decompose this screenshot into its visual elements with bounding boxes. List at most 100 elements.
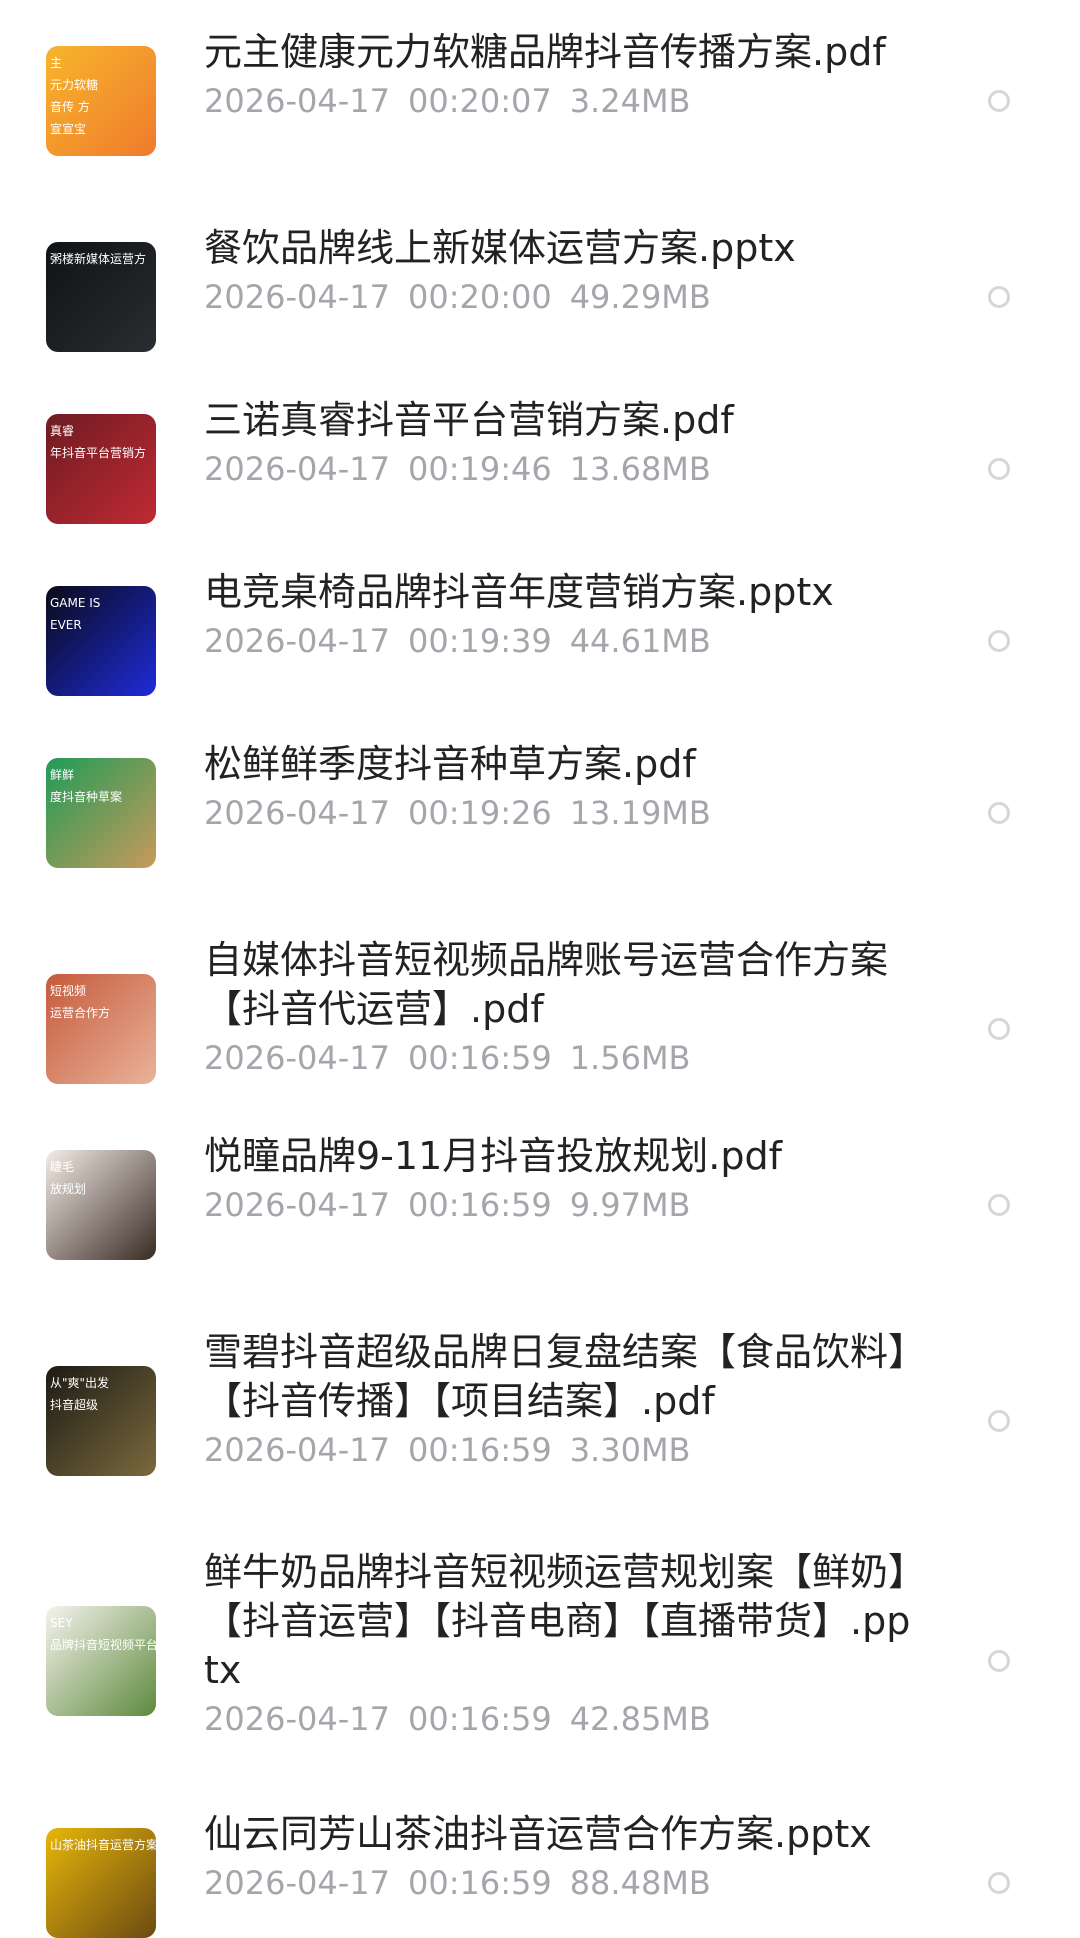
file-size: 42.85MB [569, 1700, 711, 1738]
file-size: 9.97MB [569, 1186, 691, 1224]
file-name: 雪碧抖音超级品牌日复盘结案【食品饮料】【抖音传播】【项目结案】.pdf [204, 1330, 908, 1423]
thumbnail-caption: 真睿 [50, 424, 75, 438]
select-radio[interactable] [988, 458, 1010, 480]
select-radio[interactable] [988, 1872, 1010, 1894]
file-time: 00:16:59 [407, 1864, 552, 1902]
file-name: 松鲜鲜季度抖音种草方案.pdf [204, 742, 696, 786]
file-time: 00:16:59 [407, 1431, 552, 1469]
file-name: 元主健康元力软糖品牌抖音传播方案.pdf [204, 30, 886, 74]
file-size: 13.19MB [569, 794, 711, 832]
select-radio[interactable] [988, 1194, 1010, 1216]
file-time: 00:20:07 [407, 82, 552, 120]
file-info: 鲜牛奶品牌抖音短视频运营规划案【鲜奶】【抖音运营】【抖音电商】【直播带货】.pp… [204, 1548, 924, 1739]
file-date: 2026-04-17 [204, 1700, 390, 1738]
thumbnail-caption: 山茶油抖音运营方案 [50, 1838, 156, 1852]
file-meta: 2026-04-17 00:20:00 49.29MB [204, 277, 924, 317]
thumbnail-caption: 抖音超级 [50, 1398, 99, 1412]
file-meta: 2026-04-17 00:19:26 13.19MB [204, 793, 924, 833]
thumbnail-caption: 鲜鲜 [50, 768, 75, 782]
file-date: 2026-04-17 [204, 1431, 390, 1469]
file-time: 00:16:59 [407, 1039, 552, 1077]
thumbnail-caption: SEY [50, 1616, 73, 1630]
thumbnail-caption: GAME IS [50, 596, 101, 610]
file-info: 仙云同芳山茶油抖音运营合作方案.pptx 2026-04-17 00:16:59 88… [204, 1810, 924, 1903]
file-time: 00:19:39 [407, 622, 552, 660]
file-date: 2026-04-17 [204, 1864, 390, 1902]
thumbnail-caption: 音传 方 [50, 100, 90, 114]
thumbnail-caption: 品牌抖音短视频平台运 [50, 1638, 156, 1652]
file-thumbnail: 短视频 运营合作方 [46, 974, 156, 1084]
file-size: 44.61MB [569, 622, 711, 660]
file-size: 3.30MB [569, 1431, 691, 1469]
file-meta: 2026-04-17 00:16:59 88.48MB [204, 1863, 924, 1903]
file-time: 00:16:59 [407, 1186, 552, 1224]
file-info: 悦瞳品牌9-11月抖音投放规划.pdf 2026-04-17 00:16:59 9.9… [204, 1132, 924, 1225]
file-meta: 2026-04-17 00:16:59 3.30MB [204, 1430, 924, 1470]
file-date: 2026-04-17 [204, 82, 390, 120]
file-date: 2026-04-17 [204, 1186, 390, 1224]
file-time: 00:16:59 [407, 1700, 552, 1738]
file-time: 00:19:46 [407, 450, 552, 488]
select-radio[interactable] [988, 1018, 1010, 1040]
thumbnail-caption: 放规划 [50, 1182, 87, 1196]
file-thumbnail: 睫毛 放规划 [46, 1150, 156, 1260]
file-list: 主元力软糖音传 方宣宣宝 元主健康元力软糖品牌抖音传播方案.pdf 2026-04-… [0, 0, 1080, 1938]
thumbnail-caption: 睫毛 [50, 1160, 75, 1174]
file-info: 自媒体抖音短视频品牌账号运营合作方案【抖音代运营】.pdf 2026-04-17 0… [204, 936, 924, 1078]
select-radio[interactable] [988, 1410, 1010, 1432]
file-thumbnail: GAME IS EVER [46, 586, 156, 696]
file-info: 雪碧抖音超级品牌日复盘结案【食品饮料】【抖音传播】【项目结案】.pdf 2026-… [204, 1328, 924, 1470]
file-thumbnail: 主元力软糖音传 方宣宣宝 [46, 46, 156, 156]
thumbnail-caption: 宣宣宝 [50, 122, 87, 136]
select-radio[interactable] [988, 802, 1010, 824]
file-meta: 2026-04-17 00:16:59 1.56MB [204, 1038, 924, 1078]
file-thumbnail: 山茶油抖音运营方案 [46, 1828, 156, 1938]
select-radio[interactable] [988, 286, 1010, 308]
thumbnail-caption: 年抖音平台营销方 [50, 446, 147, 460]
thumbnail-caption: 主 [50, 56, 63, 70]
thumbnail-caption: 从"爽"出发 [50, 1376, 110, 1390]
thumbnail-caption: EVER [50, 618, 82, 632]
file-time: 00:19:26 [407, 794, 552, 832]
file-thumbnail: SEY 品牌抖音短视频平台运 [46, 1606, 156, 1716]
file-date: 2026-04-17 [204, 278, 390, 316]
file-name: 自媒体抖音短视频品牌账号运营合作方案【抖音代运营】.pdf [204, 938, 889, 1031]
file-size: 88.48MB [569, 1864, 711, 1902]
thumbnail-caption: 度抖音种草案 [50, 790, 123, 804]
file-info: 餐饮品牌线上新媒体运营方案.pptx 2026-04-17 00:20:00 49.2… [204, 224, 924, 317]
file-date: 2026-04-17 [204, 450, 390, 488]
file-date: 2026-04-17 [204, 622, 390, 660]
file-thumbnail: 粥楼新媒体运营方 [46, 242, 156, 352]
file-info: 三诺真睿抖音平台营销方案.pdf 2026-04-17 00:19:46 13.68M… [204, 396, 924, 489]
file-date: 2026-04-17 [204, 1039, 390, 1077]
file-name: 鲜牛奶品牌抖音短视频运营规划案【鲜奶】【抖音运营】【抖音电商】【直播带货】.pp… [204, 1550, 911, 1692]
file-name: 三诺真睿抖音平台营销方案.pdf [204, 398, 734, 442]
file-time: 00:20:00 [407, 278, 552, 316]
file-meta: 2026-04-17 00:19:39 44.61MB [204, 621, 924, 661]
select-radio[interactable] [988, 630, 1010, 652]
file-name: 仙云同芳山茶油抖音运营合作方案.pptx [204, 1812, 872, 1856]
file-info: 元主健康元力软糖品牌抖音传播方案.pdf 2026-04-17 00:20:07 3.… [204, 28, 924, 121]
select-radio[interactable] [988, 1650, 1010, 1672]
file-size: 49.29MB [569, 278, 711, 316]
thumbnail-caption: 短视频 [50, 984, 87, 998]
file-meta: 2026-04-17 00:19:46 13.68MB [204, 449, 924, 489]
thumbnail-caption: 运营合作方 [50, 1006, 111, 1020]
file-info: 松鲜鲜季度抖音种草方案.pdf 2026-04-17 00:19:26 13.19MB [204, 740, 924, 833]
file-name: 悦瞳品牌9-11月抖音投放规划.pdf [204, 1134, 782, 1178]
file-date: 2026-04-17 [204, 794, 390, 832]
file-size: 13.68MB [569, 450, 711, 488]
thumbnail-caption: 粥楼新媒体运营方 [50, 252, 147, 266]
select-radio[interactable] [988, 90, 1010, 112]
file-meta: 2026-04-17 00:16:59 9.97MB [204, 1185, 924, 1225]
file-thumbnail: 真睿年抖音平台营销方 [46, 414, 156, 524]
file-name: 电竞桌椅品牌抖音年度营销方案.pptx [204, 570, 834, 614]
file-meta: 2026-04-17 00:16:59 42.85MB [204, 1699, 924, 1739]
file-info: 电竞桌椅品牌抖音年度营销方案.pptx 2026-04-17 00:19:39 44.… [204, 568, 924, 661]
file-size: 1.56MB [569, 1039, 691, 1077]
file-meta: 2026-04-17 00:20:07 3.24MB [204, 81, 924, 121]
file-thumbnail: 鲜鲜 度抖音种草案 [46, 758, 156, 868]
file-size: 3.24MB [569, 82, 691, 120]
file-name: 餐饮品牌线上新媒体运营方案.pptx [204, 226, 796, 270]
thumbnail-caption: 元力软糖 [50, 78, 99, 92]
